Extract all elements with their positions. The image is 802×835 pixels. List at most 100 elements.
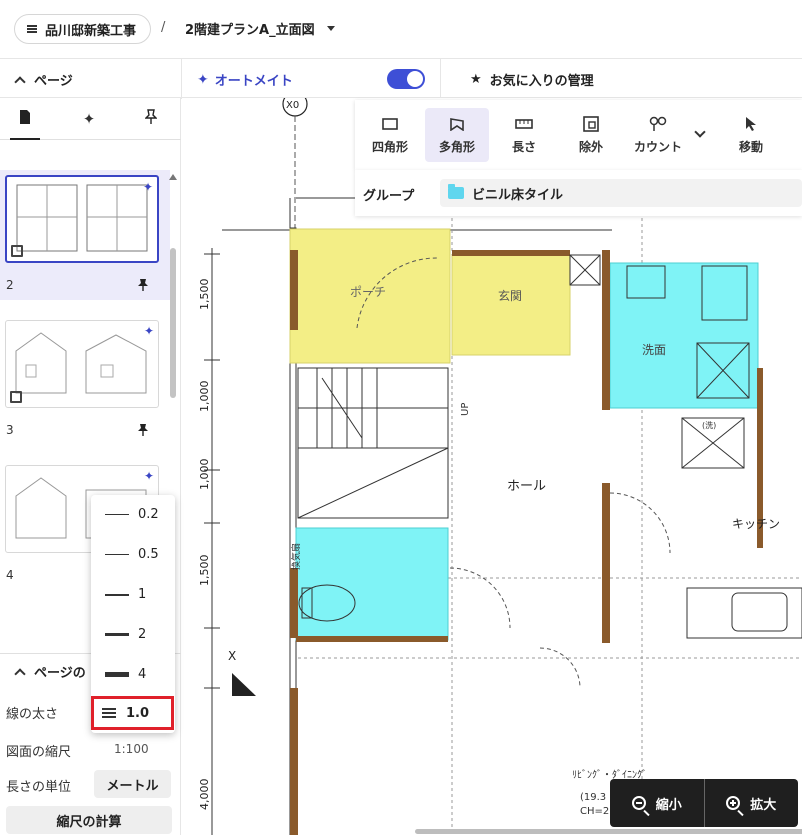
line-width-value: 1.0 [126, 706, 150, 721]
polygon-icon [449, 116, 465, 132]
zoom-controls: 縮小 拡大 [610, 779, 798, 827]
living-sub: CH=2 [580, 806, 609, 817]
star-icon: ★ [470, 72, 482, 87]
dim-text: 1,000 [198, 459, 211, 491]
line-width-option[interactable]: 4 [91, 655, 175, 695]
line-width-label: 線の太さ [6, 707, 59, 722]
line-sample [105, 514, 129, 515]
room-label: キッチン [732, 517, 780, 531]
zoom-out-icon [631, 796, 646, 810]
page-properties-label: ページの [34, 666, 86, 681]
page-card[interactable]: ✦ 3 [0, 315, 170, 445]
document-icon [19, 109, 31, 129]
line-width-option[interactable]: 0.2 [91, 495, 175, 535]
folder-icon [448, 184, 464, 199]
pages-collapse-toggle[interactable]: ページ [14, 70, 73, 89]
top-bar: 品川邸新築工事 / 2階建プランA_立面図 [0, 0, 802, 58]
zoom-out-button[interactable]: 縮小 [610, 779, 704, 827]
sparkle-icon: ✦ [197, 71, 209, 88]
tab-automate[interactable]: ✦ [74, 106, 104, 132]
page-thumbnail: ✦ [5, 175, 159, 263]
cursor-icon [744, 116, 758, 132]
line-weight-icon [102, 708, 116, 718]
scale-calc-button[interactable]: 縮尺の計算 [6, 806, 172, 834]
tool-exclude[interactable]: 除外 [559, 108, 623, 162]
pin-icon[interactable] [138, 423, 148, 439]
pages-label: ページ [34, 74, 73, 89]
project-name: 品川邸新築工事 [45, 23, 137, 39]
room-label: 洗面 [642, 343, 666, 357]
sparkle-icon: ✦ [143, 324, 154, 338]
tool-count[interactable]: カウント [626, 108, 690, 162]
line-width-option[interactable]: 0.5 [91, 535, 175, 575]
pin-icon [144, 109, 158, 129]
automate-label: ✦ オートメイト [197, 71, 293, 90]
line-sample [105, 672, 129, 677]
more-tools-chevron-icon[interactable] [694, 126, 706, 138]
project-menu-button[interactable]: 品川邸新築工事 [14, 14, 152, 44]
pin-icon[interactable] [138, 278, 148, 294]
tool-rectangle[interactable]: 四角形 [358, 108, 422, 162]
length-unit-select[interactable]: メートル [94, 770, 171, 798]
plan-name: 2階建プランA_立面図 [185, 23, 315, 38]
axis-label: X [228, 649, 236, 663]
sparkle-icon: ✦ [142, 180, 153, 194]
divider [181, 59, 182, 99]
length-unit-label: 長さの単位 [6, 780, 72, 795]
scale-label: 図面の縮尺 [6, 745, 72, 760]
favorites-manage-button[interactable]: ★ お気に入りの管理 [470, 70, 594, 89]
vent-label: 換気扇 [290, 543, 302, 570]
chevron-up-icon [14, 75, 26, 88]
line-width-select[interactable]: 1.0 [91, 696, 174, 730]
living-sub: (19.3 [580, 792, 606, 803]
frame-icon [11, 245, 23, 257]
sparkle-icon: ✦ [82, 110, 96, 128]
zoom-in-icon [726, 796, 741, 810]
line-width-option[interactable]: 1 [91, 575, 175, 615]
line-sample [105, 633, 129, 636]
scroll-up-arrow[interactable] [169, 174, 177, 180]
scale-value: 1:100 [114, 742, 149, 756]
zoom-in-button[interactable]: 拡大 [705, 779, 799, 827]
page-card[interactable]: ✦ 2 [0, 170, 170, 300]
dim-text: 4,000 [198, 779, 211, 811]
page-number: 4 [6, 568, 14, 582]
divider [440, 59, 441, 99]
group-label: グループ [363, 189, 415, 204]
ruler-icon [515, 116, 533, 132]
frame-icon [10, 391, 22, 403]
group-select[interactable]: ビニル床タイル [440, 179, 802, 207]
breadcrumb-separator: / [161, 20, 166, 35]
secondary-bar: ページ ✦ オートメイト ★ お気に入りの管理 [0, 58, 802, 99]
chevron-up-icon [14, 667, 26, 680]
count-icon [649, 116, 667, 132]
line-sample [105, 554, 129, 555]
dim-text: 1,500 [198, 555, 211, 587]
tool-polygon[interactable]: 多角形 [425, 108, 489, 162]
room-label: ホール [507, 479, 546, 494]
line-width-option[interactable]: 2 [91, 615, 175, 655]
sparkle-icon: ✦ [143, 469, 154, 483]
canvas-horizontal-scrollbar[interactable] [415, 829, 802, 834]
automate-toggle[interactable] [387, 69, 425, 89]
up-label: UP [460, 403, 471, 416]
tab-pages[interactable] [10, 106, 40, 140]
tool-length[interactable]: 長さ [492, 108, 556, 162]
caret-down-icon [326, 26, 335, 31]
sidebar-scrollbar[interactable] [170, 248, 176, 398]
page-number: 2 [6, 278, 14, 292]
group-selected: ビニル床タイル [472, 187, 564, 203]
exclude-icon [583, 115, 599, 132]
tool-move[interactable]: 移動 [719, 108, 783, 162]
line-sample [105, 594, 129, 596]
page-thumbnail: ✦ [5, 320, 159, 408]
hamburger-icon [27, 25, 37, 33]
dim-text: 1,000 [198, 381, 211, 413]
sidebar-tabs: ✦ [0, 98, 181, 140]
tools-toolbar: 四角形 多角形 長さ 除外 カウント 移動 [355, 100, 802, 170]
grid-label: X0 [286, 100, 299, 111]
group-bar: グループ ビニル床タイル [355, 170, 802, 216]
room-label: 玄関 [498, 288, 522, 303]
plan-selector[interactable]: 2階建プランA_立面図 [185, 19, 335, 38]
tab-pinned[interactable] [136, 106, 166, 132]
